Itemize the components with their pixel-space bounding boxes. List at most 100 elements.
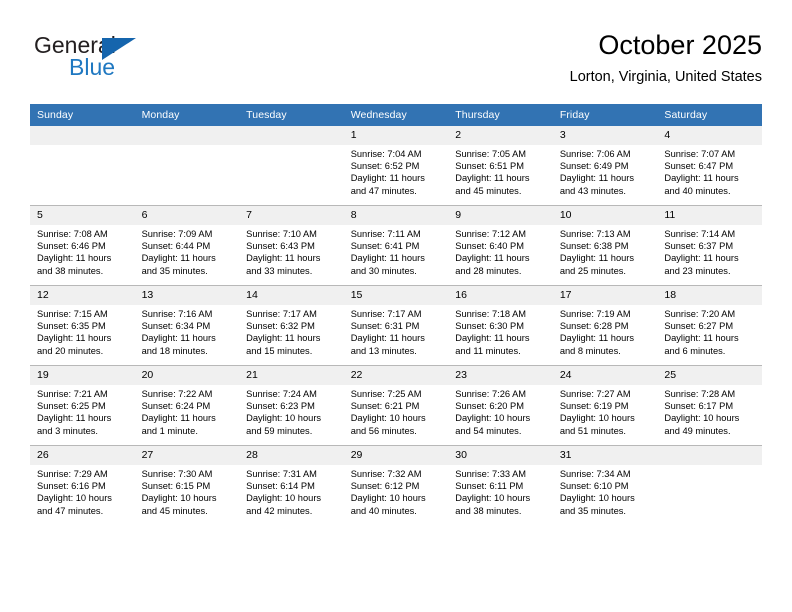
calendar-day-cell[interactable]: 18 Sunrise: 7:20 AM Sunset: 6:27 PM Dayligh… bbox=[657, 285, 762, 366]
daylight-text-line2: and 38 minutes. bbox=[455, 505, 522, 516]
calendar-day-cell[interactable]: 25 Sunrise: 7:28 AM Sunset: 6:17 PM Dayligh… bbox=[657, 365, 762, 446]
sunrise-text: Sunrise: 7:06 AM bbox=[559, 149, 631, 159]
day-number: 6 bbox=[134, 206, 240, 225]
day-number: 15 bbox=[343, 286, 449, 305]
day-details: Sunrise: 7:04 AM Sunset: 6:52 PM Daylight:… bbox=[344, 145, 449, 197]
daylight-text-line1: Daylight: 10 hours bbox=[350, 413, 426, 424]
daylight-text-line1: Daylight: 10 hours bbox=[559, 493, 635, 504]
calendar-day-cell[interactable]: 2 Sunrise: 7:05 AM Sunset: 6:51 PM Daylight… bbox=[448, 126, 553, 206]
sunset-text: Sunset: 6:35 PM bbox=[37, 321, 106, 332]
sunset-text: Sunset: 6:34 PM bbox=[141, 321, 211, 332]
calendar-day-cell[interactable]: 14 Sunrise: 7:17 AM Sunset: 6:32 PM Dayligh… bbox=[239, 285, 344, 366]
day-number: 28 bbox=[239, 446, 344, 465]
calendar-day-cell[interactable]: 5 Sunrise: 7:08 AM Sunset: 6:46 PM Daylight… bbox=[30, 205, 135, 286]
daylight-text-line1: Daylight: 11 hours bbox=[246, 333, 321, 344]
daylight-text-line2: and 18 minutes. bbox=[141, 345, 208, 356]
daylight-text-line2: and 51 minutes. bbox=[559, 425, 626, 436]
calendar-day-cell[interactable]: 7 Sunrise: 7:10 AM Sunset: 6:43 PM Daylight… bbox=[239, 205, 344, 286]
calendar-day-cell[interactable]: 27 Sunrise: 7:30 AM Sunset: 6:15 PM Dayligh… bbox=[134, 445, 240, 525]
sunrise-text: Sunrise: 7:28 AM bbox=[664, 389, 736, 399]
calendar-day-cell[interactable]: 1 Sunrise: 7:04 AM Sunset: 6:52 PM Daylight… bbox=[343, 126, 449, 206]
sunset-text: Sunset: 6:12 PM bbox=[350, 481, 420, 492]
day-number: 8 bbox=[343, 206, 449, 225]
day-number: 17 bbox=[552, 286, 658, 305]
calendar-header-row: Sunday Monday Tuesday Wednesday Thursday… bbox=[30, 104, 762, 126]
general-blue-logo[interactable]: General Blue bbox=[34, 32, 164, 88]
calendar-day-cell[interactable]: 11 Sunrise: 7:14 AM Sunset: 6:37 PM Dayligh… bbox=[657, 205, 762, 286]
sunrise-text: Sunrise: 7:17 AM bbox=[246, 309, 317, 319]
calendar-day-cell[interactable]: 23 Sunrise: 7:26 AM Sunset: 6:20 PM Dayligh… bbox=[448, 365, 553, 446]
daylight-text-line2: and 38 minutes. bbox=[37, 265, 104, 276]
sunset-text: Sunset: 6:25 PM bbox=[37, 401, 106, 412]
weekday-header-tuesday: Tuesday bbox=[239, 104, 344, 126]
sunrise-text: Sunrise: 7:11 AM bbox=[350, 229, 421, 239]
sunrise-text: Sunrise: 7:31 AM bbox=[246, 469, 317, 479]
calendar-day-cell[interactable]: 6 Sunrise: 7:09 AM Sunset: 6:44 PM Daylight… bbox=[134, 205, 240, 286]
calendar-day-cell[interactable]: 19 Sunrise: 7:21 AM Sunset: 6:25 PM Dayligh… bbox=[30, 365, 135, 446]
day-details: Sunrise: 7:16 AM Sunset: 6:34 PM Daylight:… bbox=[135, 305, 240, 357]
calendar-day-cell[interactable]: 9 Sunrise: 7:12 AM Sunset: 6:40 PM Daylight… bbox=[448, 205, 553, 286]
daylight-text-line2: and 6 minutes. bbox=[664, 345, 726, 356]
calendar-day-cell[interactable]: 4 Sunrise: 7:07 AM Sunset: 6:47 PM Daylight… bbox=[657, 126, 762, 206]
sunrise-text: Sunrise: 7:25 AM bbox=[350, 389, 422, 399]
daylight-text-line1: Daylight: 11 hours bbox=[350, 253, 425, 264]
day-details: Sunrise: 7:22 AM Sunset: 6:24 PM Daylight:… bbox=[135, 385, 240, 437]
sunrise-text: Sunrise: 7:33 AM bbox=[455, 469, 527, 479]
calendar-day-cell[interactable]: 3 Sunrise: 7:06 AM Sunset: 6:49 PM Daylight… bbox=[552, 126, 658, 206]
calendar-day-cell[interactable]: 28 Sunrise: 7:31 AM Sunset: 6:14 PM Dayligh… bbox=[239, 445, 344, 525]
daylight-text-line2: and 33 minutes. bbox=[246, 265, 313, 276]
page-subtitle: Lorton, Virginia, United States bbox=[569, 69, 762, 85]
calendar-day-cell[interactable]: 30 Sunrise: 7:33 AM Sunset: 6:11 PM Dayligh… bbox=[448, 445, 553, 525]
sunset-text: Sunset: 6:30 PM bbox=[455, 321, 524, 332]
calendar-day-cell[interactable]: 12 Sunrise: 7:15 AM Sunset: 6:35 PM Dayligh… bbox=[30, 285, 135, 366]
daylight-text-line1: Daylight: 11 hours bbox=[141, 253, 216, 264]
sunrise-text: Sunrise: 7:29 AM bbox=[37, 469, 108, 479]
calendar-day-cell[interactable]: 21 Sunrise: 7:24 AM Sunset: 6:23 PM Dayligh… bbox=[239, 365, 344, 446]
weekday-header-thursday: Thursday bbox=[448, 104, 553, 126]
sunrise-text: Sunrise: 7:34 AM bbox=[559, 469, 631, 479]
sunset-text: Sunset: 6:37 PM bbox=[664, 241, 734, 252]
calendar-day-cell[interactable]: 10 Sunrise: 7:13 AM Sunset: 6:38 PM Dayligh… bbox=[552, 205, 658, 286]
calendar-day-cell[interactable]: 20 Sunrise: 7:22 AM Sunset: 6:24 PM Dayligh… bbox=[134, 365, 240, 446]
day-number bbox=[134, 126, 240, 145]
daylight-text-line1: Daylight: 10 hours bbox=[246, 413, 322, 424]
day-details: Sunrise: 7:09 AM Sunset: 6:44 PM Daylight:… bbox=[135, 225, 240, 277]
day-details: Sunrise: 7:29 AM Sunset: 6:16 PM Daylight:… bbox=[30, 465, 135, 517]
sunrise-text: Sunrise: 7:10 AM bbox=[246, 229, 317, 239]
day-number bbox=[30, 126, 135, 145]
calendar-day-cell[interactable]: 31 Sunrise: 7:34 AM Sunset: 6:10 PM Dayligh… bbox=[552, 445, 658, 525]
calendar-day-cell[interactable]: 16 Sunrise: 7:18 AM Sunset: 6:30 PM Dayligh… bbox=[448, 285, 553, 366]
calendar-day-cell[interactable]: 24 Sunrise: 7:27 AM Sunset: 6:19 PM Dayligh… bbox=[552, 365, 658, 446]
day-details: Sunrise: 7:20 AM Sunset: 6:27 PM Daylight:… bbox=[657, 305, 762, 357]
calendar-day-cell[interactable]: 13 Sunrise: 7:16 AM Sunset: 6:34 PM Dayligh… bbox=[134, 285, 240, 366]
calendar-day-cell[interactable]: 8 Sunrise: 7:11 AM Sunset: 6:41 PM Daylight… bbox=[343, 205, 449, 286]
day-details: Sunrise: 7:10 AM Sunset: 6:43 PM Daylight:… bbox=[239, 225, 344, 277]
sunset-text: Sunset: 6:10 PM bbox=[559, 481, 629, 492]
daylight-text-line1: Daylight: 10 hours bbox=[141, 493, 217, 504]
sunrise-text: Sunrise: 7:19 AM bbox=[559, 309, 631, 319]
sunset-text: Sunset: 6:27 PM bbox=[664, 321, 734, 332]
calendar-day-cell-empty bbox=[239, 126, 344, 206]
day-number: 22 bbox=[343, 366, 449, 385]
day-details: Sunrise: 7:06 AM Sunset: 6:49 PM Daylight:… bbox=[553, 145, 658, 197]
sunrise-text: Sunrise: 7:24 AM bbox=[246, 389, 317, 399]
calendar-day-cell[interactable]: 26 Sunrise: 7:29 AM Sunset: 6:16 PM Dayligh… bbox=[30, 445, 135, 525]
calendar-day-cell[interactable]: 29 Sunrise: 7:32 AM Sunset: 6:12 PM Dayligh… bbox=[343, 445, 449, 525]
day-number: 21 bbox=[239, 366, 344, 385]
daylight-text-line1: Daylight: 10 hours bbox=[350, 493, 426, 504]
sunset-text: Sunset: 6:47 PM bbox=[664, 161, 734, 172]
day-number: 7 bbox=[239, 206, 344, 225]
calendar-day-cell[interactable]: 22 Sunrise: 7:25 AM Sunset: 6:21 PM Dayligh… bbox=[343, 365, 449, 446]
day-number: 1 bbox=[343, 126, 449, 145]
calendar-day-cell[interactable]: 15 Sunrise: 7:17 AM Sunset: 6:31 PM Dayligh… bbox=[343, 285, 449, 366]
sunrise-text: Sunrise: 7:12 AM bbox=[455, 229, 527, 239]
day-number bbox=[657, 446, 762, 465]
day-number: 3 bbox=[552, 126, 658, 145]
sunset-text: Sunset: 6:43 PM bbox=[246, 241, 315, 252]
sunset-text: Sunset: 6:49 PM bbox=[559, 161, 629, 172]
day-details: Sunrise: 7:14 AM Sunset: 6:37 PM Daylight:… bbox=[657, 225, 762, 277]
daylight-text-line2: and 43 minutes. bbox=[559, 185, 626, 196]
day-details: Sunrise: 7:24 AM Sunset: 6:23 PM Daylight:… bbox=[239, 385, 344, 437]
calendar-day-cell[interactable]: 17 Sunrise: 7:19 AM Sunset: 6:28 PM Dayligh… bbox=[552, 285, 658, 366]
day-number: 11 bbox=[657, 206, 762, 225]
